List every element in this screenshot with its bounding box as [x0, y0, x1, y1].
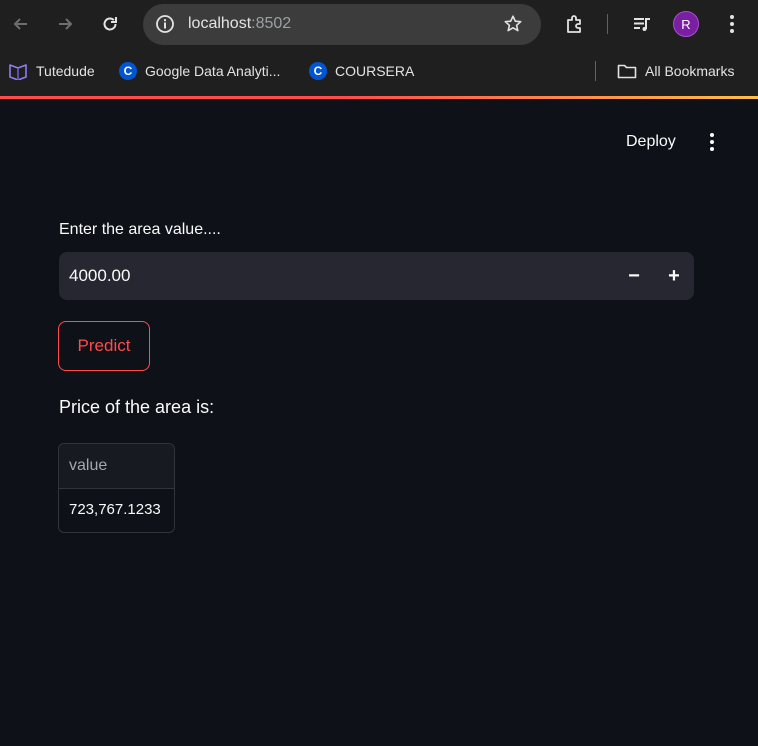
area-input-label: Enter the area value.... [59, 221, 221, 238]
bookmark-star-icon[interactable] [503, 14, 523, 34]
bookmarks-bar: Tutedude C Google Data Analyti... C COUR… [0, 48, 758, 96]
all-bookmarks-button[interactable]: All Bookmarks [617, 61, 734, 81]
area-value-field[interactable] [69, 266, 589, 286]
tutedude-icon [9, 64, 27, 80]
url-text: localhost:8502 [188, 15, 291, 33]
browser-toolbar: localhost:8502 R [0, 0, 758, 48]
column-header-value[interactable]: value [59, 444, 174, 489]
app-main: Deploy Enter the area value.... − + Pred… [0, 99, 758, 746]
bookmark-label: Google Data Analyti... [145, 63, 281, 79]
url-port: :8502 [251, 15, 292, 32]
coursera-icon: C [309, 62, 327, 80]
table-cell[interactable]: 723,767.1233 [59, 489, 174, 532]
browser-menu-icon[interactable] [720, 12, 744, 36]
arrow-left-icon [13, 18, 27, 30]
bookmark-label: COURSERA [335, 63, 415, 79]
address-bar[interactable]: localhost:8502 [143, 4, 541, 45]
url-host: localhost [188, 15, 252, 32]
main-menu-icon[interactable] [702, 130, 722, 154]
back-button[interactable] [9, 12, 33, 36]
increment-button[interactable]: + [654, 252, 694, 300]
extensions-icon[interactable] [563, 12, 587, 36]
result-dataframe[interactable]: value 723,767.1233 [58, 443, 175, 533]
bookmarks-divider [595, 61, 596, 81]
site-info-icon[interactable] [155, 14, 175, 34]
bookmark-tutedude[interactable]: Tutedude [8, 61, 95, 81]
all-bookmarks-label: All Bookmarks [645, 63, 735, 79]
reload-button[interactable] [98, 12, 122, 36]
area-number-input: − + [59, 252, 694, 300]
predict-button[interactable]: Predict [58, 321, 150, 371]
coursera-icon: C [119, 62, 137, 80]
folder-icon [617, 64, 637, 79]
result-heading: Price of the area is: [59, 397, 215, 417]
deploy-button[interactable]: Deploy [616, 129, 686, 155]
media-control-icon[interactable] [630, 12, 654, 36]
toolbar-divider [607, 14, 608, 34]
decrement-button[interactable]: − [614, 252, 654, 300]
profile-avatar[interactable]: R [673, 11, 699, 37]
bookmark-label: Tutedude [36, 63, 95, 79]
reload-icon [103, 17, 117, 31]
bookmark-coursera[interactable]: C COURSERA [309, 61, 414, 81]
forward-button[interactable] [53, 12, 77, 36]
arrow-right-icon [59, 18, 73, 30]
bookmark-google-data-analytics[interactable]: C Google Data Analyti... [119, 61, 280, 81]
